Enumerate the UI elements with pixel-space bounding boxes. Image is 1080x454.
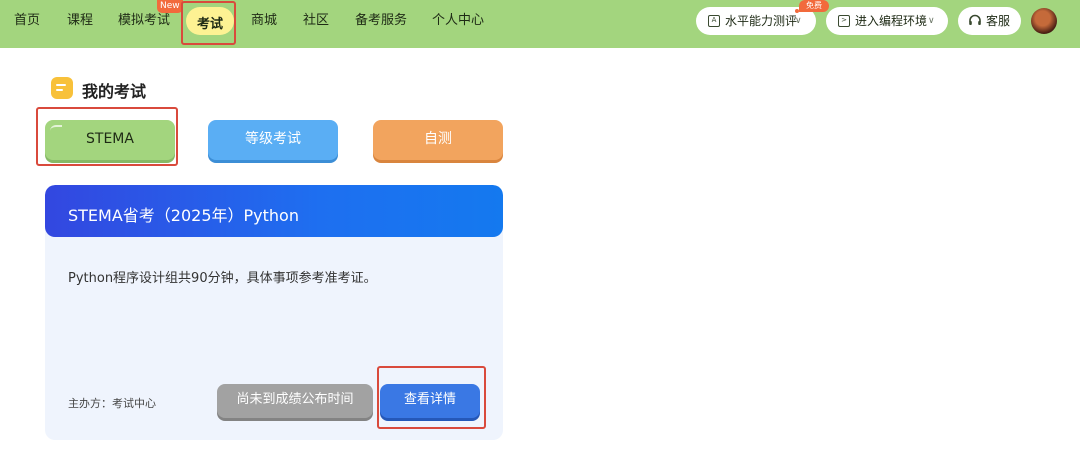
coding-env-dropdown[interactable]: > 进入编程环境 ∨ [826,7,948,35]
headset-icon [969,14,981,25]
nav-item-mock-exam[interactable]: 模拟考试 [118,13,170,29]
score-pending-button[interactable]: 尚未到成绩公布时间 [217,384,373,418]
nav-item-community[interactable]: 社区 [303,13,329,29]
nav-item-courses[interactable]: 课程 [67,13,93,29]
page-title: 我的考试 [82,82,147,101]
new-badge: New [157,0,183,13]
exam-card-header: STEMA省考（2025年）Python [45,185,503,237]
free-badge: 免费 [799,0,829,12]
highlight-box-exam-tab [181,1,236,45]
nav-item-profile[interactable]: 个人中心 [432,13,484,29]
chevron-down-icon: ∨ [928,16,935,26]
avatar[interactable] [1031,8,1057,34]
highlight-box-stema-tab [36,107,178,166]
nav-item-mall[interactable]: 商城 [251,13,277,29]
exam-card-organizer: 主办方：考试中心 [68,397,156,410]
tab-self-test-label: 自测 [424,131,452,147]
tab-self-test[interactable]: 自测 [373,120,503,160]
assessment-icon: A [708,15,720,27]
nav-item-exam-services[interactable]: 备考服务 [355,13,407,29]
coding-env-label: 进入编程环境 [855,14,928,28]
nav-item-home[interactable]: 首页 [14,13,40,29]
support-button[interactable]: 客服 [958,7,1021,35]
exam-card-title: STEMA省考（2025年）Python [68,206,299,225]
terminal-icon: > [838,15,850,27]
tab-level-exam[interactable]: 等级考试 [208,120,338,160]
assessment-label: 水平能力测评 [725,14,798,28]
tab-level-exam-label: 等级考试 [245,131,301,147]
highlight-box-detail-button [377,366,486,429]
support-label: 客服 [986,14,1011,28]
exam-list-icon [51,77,73,99]
exam-card-description: Python程序设计组共90分钟，具体事项参考准考证。 [68,271,377,286]
top-nav-bar: 首页 课程 模拟考试 New 考试 商城 社区 备考服务 个人中心 A 水平能力… [0,0,1080,48]
